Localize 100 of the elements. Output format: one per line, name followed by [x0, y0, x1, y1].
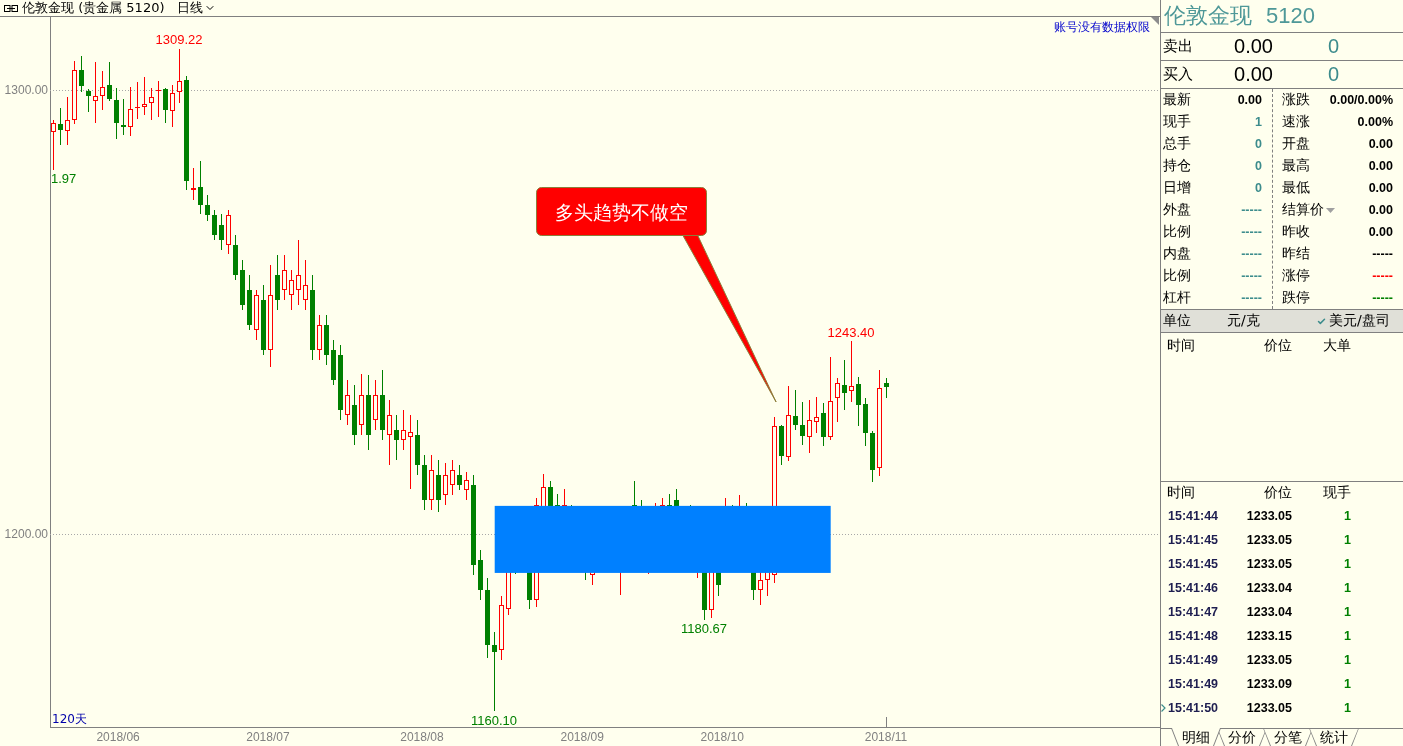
high-price-label: 1309.22: [155, 32, 203, 48]
trade-volume: 1: [1344, 581, 1351, 595]
stat-label: 杠杆: [1163, 289, 1191, 307]
unit-option[interactable]: 美元/盘司: [1317, 312, 1390, 330]
unit-option[interactable]: 元/克: [1215, 312, 1260, 330]
trade-price: 1233.04: [1246, 605, 1292, 619]
caret-down-icon[interactable]: [1326, 207, 1335, 213]
stat-label: 昨结: [1282, 245, 1310, 263]
trade-volume: 1: [1344, 629, 1351, 643]
trade-time: 15:41:45: [1167, 557, 1219, 571]
period-label: 120天: [52, 712, 87, 726]
trade-time: 15:41:50: [1167, 701, 1219, 715]
trade-volume: 1: [1344, 557, 1351, 571]
column-header: 价位: [1264, 337, 1292, 355]
x-axis-label: 2018/07: [246, 730, 290, 744]
stat-label: 涨停: [1282, 267, 1310, 285]
stat-value: 0: [1255, 181, 1262, 195]
quote-label: 卖出: [1162, 37, 1193, 56]
stat-value: 0.00: [1368, 137, 1393, 151]
stat-value: 0.00: [1368, 225, 1393, 239]
quote-label: 买入: [1162, 65, 1193, 84]
callout: 多头趋势不做空: [536, 187, 777, 403]
trade-time: 15:41:48: [1167, 629, 1219, 643]
link-icon: [4, 4, 18, 12]
column-header: 时间: [1167, 484, 1195, 502]
stat-label: 内盘: [1163, 245, 1191, 263]
column-header: 大单: [1323, 337, 1351, 355]
stat-value: -----: [1241, 269, 1262, 283]
trade-volume: 1: [1344, 701, 1351, 715]
stat-label: 比例: [1163, 223, 1191, 241]
trade-time: 15:41:47: [1167, 605, 1219, 619]
stat-label: 总手: [1163, 135, 1191, 153]
y-axis-label: 1200.00: [4, 527, 48, 541]
trade-price: 1233.05: [1246, 557, 1292, 571]
stat-label: 最低: [1282, 179, 1310, 197]
trade-price: 1233.09: [1246, 677, 1292, 691]
stat-value: -----: [1372, 291, 1393, 305]
stat-label: 比例: [1163, 267, 1191, 285]
stat-value: 0.00%: [1357, 115, 1393, 129]
stat-value: 0.00: [1368, 203, 1393, 217]
instrument-name: 伦敦金现: [1164, 2, 1252, 30]
trade-volume: 1: [1344, 533, 1351, 547]
trade-time: 15:41:44: [1167, 509, 1219, 523]
stat-value: 0: [1255, 137, 1262, 151]
stat-value: -----: [1241, 203, 1262, 217]
trade-price: 1233.04: [1246, 581, 1292, 595]
stat-value: -----: [1241, 247, 1262, 261]
trade-time: 15:41:49: [1167, 677, 1219, 691]
stat-value: 1: [1255, 115, 1262, 129]
x-axis-label: 2018/09: [560, 730, 604, 744]
y-axis-label: 1300.00: [4, 83, 48, 97]
trade-time: 15:41:46: [1167, 581, 1219, 595]
stat-label: 日增: [1163, 179, 1191, 197]
column-header: 价位: [1264, 484, 1292, 502]
stat-value: -----: [1241, 291, 1262, 305]
stat-value: 0: [1255, 159, 1262, 173]
quote-price: 0.00: [1234, 63, 1273, 86]
stat-value: 0.00: [1237, 93, 1262, 107]
low-price-label: 1.97: [51, 171, 77, 187]
stat-label: 速涨: [1282, 113, 1310, 131]
period-dropdown[interactable]: 日线: [176, 0, 216, 16]
x-axis-label: 2018/06: [96, 730, 140, 744]
quote-price: 0.00: [1234, 35, 1273, 58]
stat-label: 开盘: [1282, 135, 1310, 153]
stat-label: 跌停: [1282, 289, 1310, 307]
high-price-label: 1243.40: [827, 324, 875, 340]
trade-volume: 1: [1344, 605, 1351, 619]
stat-label: 昨收: [1282, 223, 1310, 241]
permission-notice: 账号没有数据权限: [1054, 20, 1150, 34]
x-axis-label: 2018/10: [700, 730, 744, 744]
trade-price: 1233.05: [1246, 509, 1292, 523]
stat-label: 持仓: [1163, 157, 1191, 175]
quote-volume: 0: [1328, 63, 1340, 86]
trade-time: 15:41:49: [1167, 653, 1219, 667]
x-axis-label: 2018/11: [864, 730, 908, 744]
trade-price: 1233.05: [1246, 701, 1292, 715]
trade-time: 15:41:45: [1167, 533, 1219, 547]
stat-value: 0.00: [1368, 181, 1393, 195]
trade-price: 1233.05: [1246, 533, 1292, 547]
low-price-label: 1180.67: [681, 621, 727, 637]
column-header: 现手: [1323, 484, 1351, 502]
stat-label: 最高: [1282, 157, 1310, 175]
stat-value: -----: [1372, 247, 1393, 261]
stat-label: 涨跌: [1282, 91, 1310, 109]
instrument-code: 5120: [1266, 2, 1315, 30]
trade-volume: 1: [1344, 653, 1351, 667]
unit-label: 单位: [1163, 312, 1192, 330]
stat-label: 现手: [1163, 113, 1191, 131]
stat-value: 0.00/0.00%: [1329, 93, 1393, 107]
trade-price: 1233.05: [1246, 653, 1292, 667]
low-price-label: 1160.10: [471, 712, 517, 728]
trade-volume: 1: [1344, 509, 1351, 523]
stat-value: -----: [1241, 225, 1262, 239]
column-header: 时间: [1167, 337, 1195, 355]
stat-label: 结算价: [1282, 201, 1324, 219]
stat-label: 外盘: [1163, 201, 1191, 219]
stat-value: 0.00: [1368, 159, 1393, 173]
quote-volume: 0: [1328, 35, 1340, 58]
trade-volume: 1: [1344, 677, 1351, 691]
x-axis-label: 2018/08: [400, 730, 444, 744]
